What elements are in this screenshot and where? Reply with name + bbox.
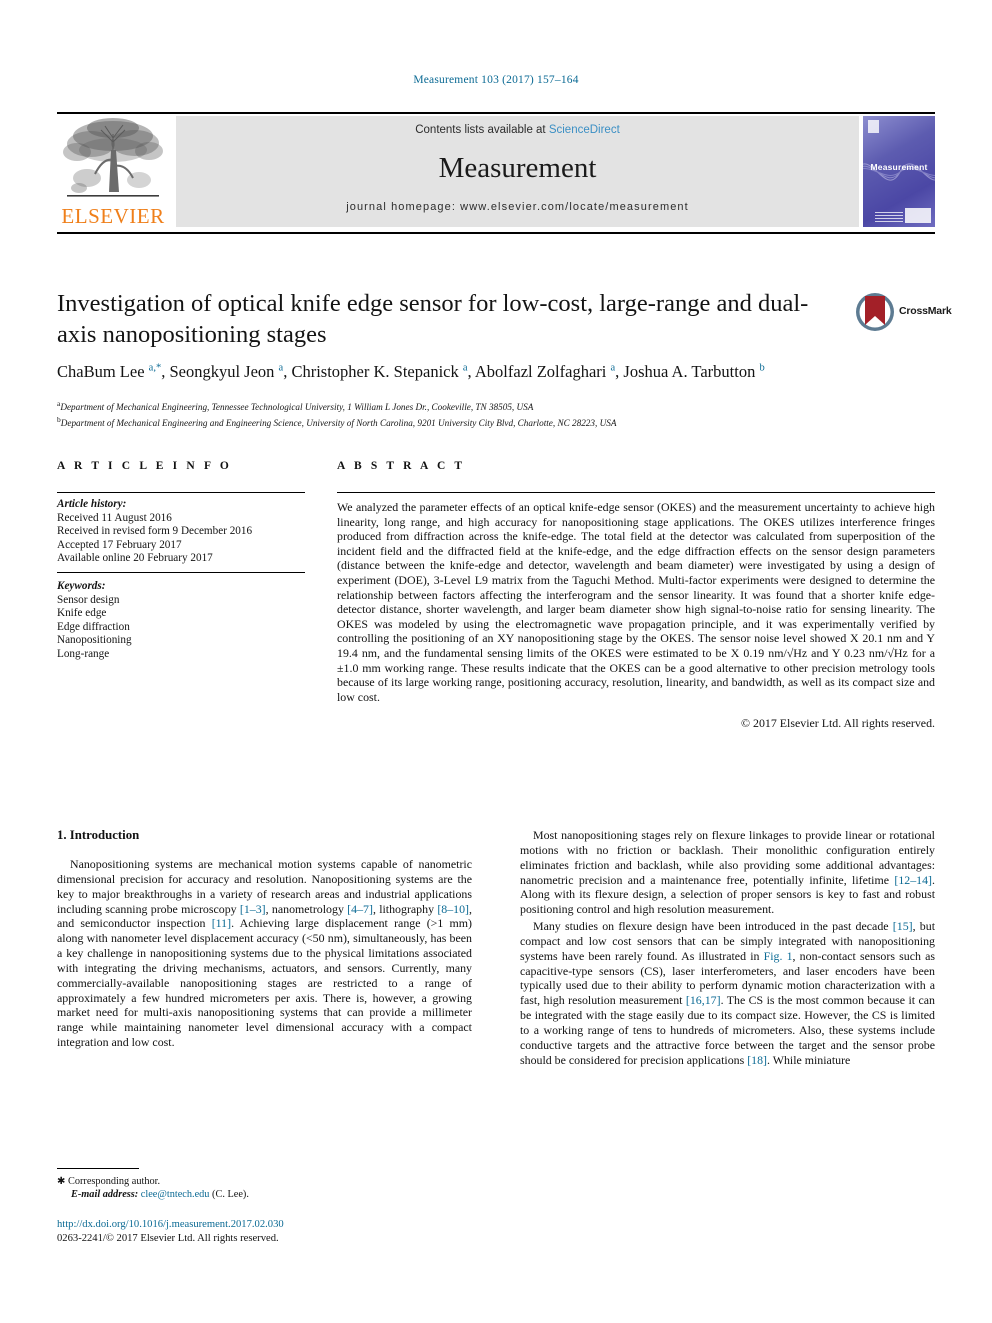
abstract-rule — [337, 492, 935, 494]
sciencedirect-link[interactable]: ScienceDirect — [549, 124, 620, 136]
corresponding-author-line: ✱ Corresponding author. — [57, 1175, 472, 1188]
email-owner: (C. Lee). — [212, 1189, 249, 1201]
abstract-heading-wrap: A B S T R A C T — [337, 460, 935, 472]
author-list: ChaBum Lee a,*, Seongkyul Jeon a, Christ… — [57, 362, 765, 381]
keywords-label: Keywords: — [57, 580, 106, 592]
citation-ref[interactable]: [1–3] — [240, 902, 266, 916]
cover-top-mark — [868, 120, 879, 133]
citation-ref[interactable]: [4–7] — [347, 902, 373, 916]
footnote-rule — [57, 1168, 139, 1170]
email-link[interactable]: clee@tntech.edu — [141, 1189, 210, 1200]
citation-ref[interactable]: [11] — [212, 916, 231, 930]
citation-ref[interactable]: [8–10] — [437, 902, 469, 916]
elsevier-logo: ELSEVIER — [57, 116, 169, 228]
cover-journal-name: Measurement — [870, 162, 928, 172]
citation-ref[interactable]: [18] — [747, 1053, 767, 1067]
keyword-item: Long-range — [57, 647, 110, 660]
article-info-heading: A R T I C L E I N F O — [57, 460, 232, 472]
abstract-heading: A B S T R A C T — [337, 460, 466, 472]
header-top-rule — [57, 112, 935, 114]
citation-ref[interactable]: [12–14] — [894, 873, 932, 887]
page-title: Investigation of optical knife edge sens… — [57, 290, 809, 348]
cover-wave-graphic — [863, 163, 935, 181]
abstract-text-block: We analyzed the parameter effects of an … — [337, 500, 935, 731]
journal-header-band: ELSEVIER Contents lists available at Sci… — [57, 116, 935, 228]
doi-link[interactable]: http://dx.doi.org/10.1016/j.measurement.… — [57, 1218, 487, 1232]
keywords-block: Keywords: Sensor design Knife edge Edge … — [57, 580, 307, 662]
history-item: Received 11 August 2016 — [57, 511, 172, 524]
cover-bottom-lines — [875, 212, 903, 222]
abstract-copyright: © 2017 Elsevier Ltd. All rights reserved… — [741, 716, 935, 731]
article-history-label: Article history: — [57, 498, 127, 510]
corresponding-author-text: Corresponding author. — [67, 1176, 161, 1187]
corresponding-author-footnote: ✱ Corresponding author. E-mail address: … — [57, 1175, 472, 1201]
journal-homepage-link[interactable]: journal homepage: www.elsevier.com/locat… — [176, 201, 859, 213]
article-info-rule-top — [57, 492, 305, 494]
email-label: E-mail address: — [71, 1189, 139, 1201]
crossmark-label: CrossMark — [899, 305, 952, 317]
asterisk-icon: ✱ — [57, 1176, 66, 1187]
figure-ref[interactable]: Fig. 1 — [764, 949, 793, 963]
contents-prefix: Contents lists available at — [415, 124, 549, 136]
journal-cover-thumbnail[interactable]: Measurement — [863, 116, 935, 227]
contents-available-line: Contents lists available at ScienceDirec… — [176, 124, 859, 136]
issn-copyright: 0263-2241/© 2017 Elsevier Ltd. All right… — [57, 1232, 279, 1244]
paragraph: Many studies on flexure design have been… — [520, 919, 936, 1067]
affiliation-a: aDepartment of Mechanical Engineering, T… — [57, 399, 534, 413]
history-item: Available online 20 February 2017 — [57, 552, 213, 565]
article-info-heading-wrap: A R T I C L E I N F O — [57, 460, 305, 472]
elsevier-wordmark: ELSEVIER — [61, 204, 165, 228]
keyword-item: Edge diffraction — [57, 620, 130, 633]
body-column-right: Most nanopositioning stages rely on flex… — [520, 828, 935, 1070]
article-page: Measurement 103 (2017) 157–164 ELSEVIER … — [0, 0, 992, 1323]
body-column-left: 1. Introduction Nanopositioning systems … — [57, 828, 472, 1052]
history-item: Received in revised form 9 December 2016 — [57, 525, 253, 538]
keyword-item: Knife edge — [57, 607, 107, 620]
journal-title: Measurement — [438, 152, 597, 184]
affiliation-b: bDepartment of Mechanical Engineering an… — [57, 414, 617, 428]
history-item: Accepted 17 February 2017 — [57, 538, 182, 551]
keyword-item: Nanopositioning — [57, 634, 132, 647]
contents-banner: Contents lists available at ScienceDirec… — [176, 116, 859, 227]
article-history: Article history: Received 11 August 2016… — [57, 498, 307, 566]
paragraph: Most nanopositioning stages rely on flex… — [520, 828, 935, 917]
abstract-text: We analyzed the parameter effects of an … — [337, 500, 935, 704]
running-head: Measurement 103 (2017) 157–164 — [413, 74, 579, 86]
affiliations: aDepartment of Mechanical Engineering, T… — [57, 398, 947, 429]
cover-publisher-mark — [905, 208, 931, 223]
citation-ref[interactable]: [16,17] — [686, 993, 721, 1007]
citation-ref[interactable]: [15] — [893, 919, 913, 933]
article-info-rule-mid — [57, 572, 305, 574]
email-line: E-mail address: clee@tntech.edu (C. Lee)… — [57, 1188, 472, 1201]
crossmark-icon — [856, 293, 894, 331]
page-footer: http://dx.doi.org/10.1016/j.measurement.… — [57, 1218, 487, 1245]
crossmark-badge[interactable]: CrossMark — [855, 292, 952, 334]
keyword-item: Sensor design — [57, 593, 120, 606]
section-heading-introduction: 1. Introduction — [57, 828, 140, 842]
header-bottom-rule — [57, 232, 935, 234]
elsevier-tree-icon — [63, 118, 163, 197]
paragraph: Nanopositioning systems are mechanical m… — [57, 857, 472, 1050]
